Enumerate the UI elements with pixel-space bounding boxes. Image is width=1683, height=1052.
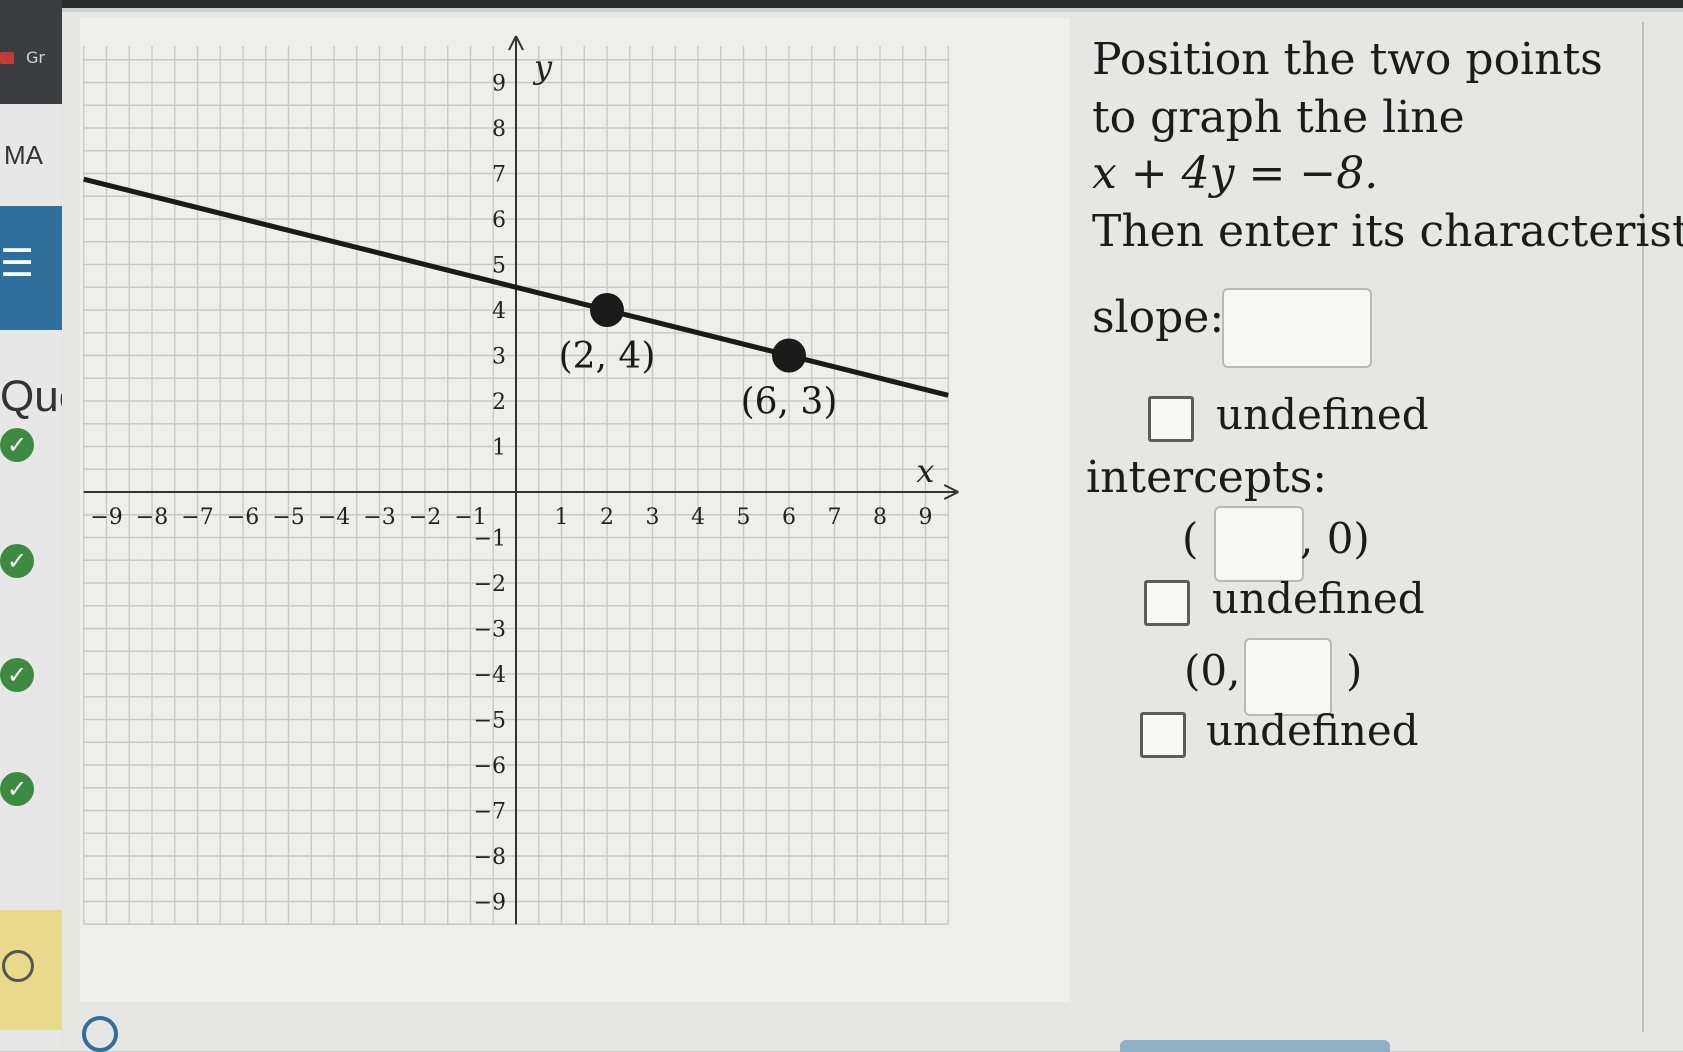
point-handle-2[interactable]: [772, 338, 806, 373]
x-tick-label: −4: [318, 505, 350, 530]
graph-area[interactable]: −9 −8 −7 −6 −5 −4 −3 −2 −1 1 2 3 4 5 6 7 8 9 9 8 7 6 5 4 3 2 1 −1 −2…: [80, 18, 1070, 1002]
y-intercept-undefined-checkbox[interactable]: [1140, 712, 1186, 758]
line-equation: x + 4y = −8.: [1092, 148, 1379, 199]
x-tick-label: −3: [363, 505, 395, 530]
x-intercept-undefined-label: undefined: [1212, 574, 1425, 623]
question-1-check-icon[interactable]: ✓: [0, 428, 34, 462]
question-5-pending-icon[interactable]: [2, 950, 34, 982]
y-tick-label: 8: [492, 117, 506, 142]
question-4-check-icon[interactable]: ✓: [0, 772, 34, 806]
x-tick-label: −2: [409, 505, 441, 530]
x-tick-label: 1: [555, 505, 569, 530]
y-tick-label: 3: [492, 345, 506, 370]
x-tick-label: −9: [90, 505, 122, 530]
y-tick-label: 5: [492, 254, 506, 279]
x-tick-label: 3: [646, 505, 660, 530]
point-handle-1[interactable]: [590, 293, 624, 327]
hamburger-menu-icon[interactable]: ☰: [0, 244, 34, 282]
point-label-2: (6, 3): [741, 382, 838, 423]
point-label-1: (2, 4): [559, 336, 656, 377]
y-tick-label: 1: [492, 436, 506, 461]
y-intercept-suffix: ): [1346, 646, 1363, 695]
x-tick-label: −8: [136, 505, 168, 530]
y-tick-label: 7: [492, 163, 506, 188]
intercepts-label: intercepts:: [1086, 452, 1328, 503]
x-tick-label: 8: [873, 505, 887, 530]
x-intercept-input[interactable]: [1214, 506, 1304, 582]
y-tick-label: −3: [474, 618, 506, 643]
x-intercept-undefined-checkbox[interactable]: [1144, 580, 1190, 626]
x-intercept-suffix: , 0): [1300, 514, 1370, 563]
y-tick-label: −7: [474, 800, 506, 825]
x-tick-label: 6: [782, 505, 796, 530]
bottom-toolbar[interactable]: [1120, 1040, 1390, 1052]
question-panel: −9 −8 −7 −6 −5 −4 −3 −2 −1 1 2 3 4 5 6 7 8 9 9 8 7 6 5 4 3 2 1 −1 −2…: [62, 12, 1683, 1051]
x-axis-label: x: [916, 452, 934, 490]
y-tick-label: 4: [492, 299, 506, 324]
course-label: MA: [4, 140, 43, 170]
x-tick-label: 4: [691, 505, 705, 530]
x-tick-label: 9: [919, 505, 933, 530]
instruction-line-2: to graph the line: [1092, 92, 1465, 143]
mail-icon: [0, 52, 14, 64]
y-tick-label: −9: [474, 891, 506, 916]
x-tick-label: −5: [272, 505, 304, 530]
y-tick-label: 9: [492, 72, 506, 97]
y-tick-label: −5: [474, 709, 506, 734]
lifebuoy-icon[interactable]: [82, 1016, 118, 1052]
x-tick-label: −6: [227, 505, 259, 530]
slope-undefined-checkbox[interactable]: [1148, 396, 1194, 442]
slope-input[interactable]: [1222, 288, 1372, 368]
slope-label: slope:: [1092, 292, 1225, 343]
x-tick-label: 5: [737, 505, 751, 530]
x-tick-label: 7: [828, 505, 842, 530]
browser-tab-label[interactable]: Gr: [26, 48, 45, 67]
y-tick-label: −6: [474, 754, 506, 779]
top-frame: [0, 0, 1683, 8]
y-tick-label: −4: [474, 663, 506, 688]
y-tick-label: 6: [492, 208, 506, 233]
slope-undefined-label: undefined: [1216, 390, 1429, 439]
question-header: Que: [0, 372, 62, 421]
y-tick-label: −2: [474, 572, 506, 597]
y-tick-label: −8: [474, 845, 506, 870]
y-intercept-input[interactable]: [1244, 638, 1332, 716]
y-tick-label: −1: [474, 527, 506, 552]
question-2-check-icon[interactable]: ✓: [0, 544, 34, 578]
y-intercept-undefined-label: undefined: [1206, 706, 1419, 755]
y-tick-label: 2: [492, 390, 506, 415]
left-sidebar: Gr MA ☰ Que ✓ ✓ ✓ ✓: [0, 0, 62, 1051]
panel-divider: [1642, 22, 1644, 1032]
instruction-line-1: Position the two points: [1092, 34, 1603, 85]
x-tick-label: −7: [181, 505, 213, 530]
coordinate-graph[interactable]: −9 −8 −7 −6 −5 −4 −3 −2 −1 1 2 3 4 5 6 7 8 9987654321−1−2…: [80, 18, 1070, 1002]
x-tick-label: 2: [600, 505, 614, 530]
y-intercept-prefix: (0,: [1184, 646, 1241, 695]
question-3-check-icon[interactable]: ✓: [0, 658, 34, 692]
instruction-line-4: Then enter its characteristics.: [1092, 206, 1683, 257]
x-intercept-open-paren: (: [1182, 514, 1199, 563]
y-axis-label: y: [532, 48, 553, 86]
